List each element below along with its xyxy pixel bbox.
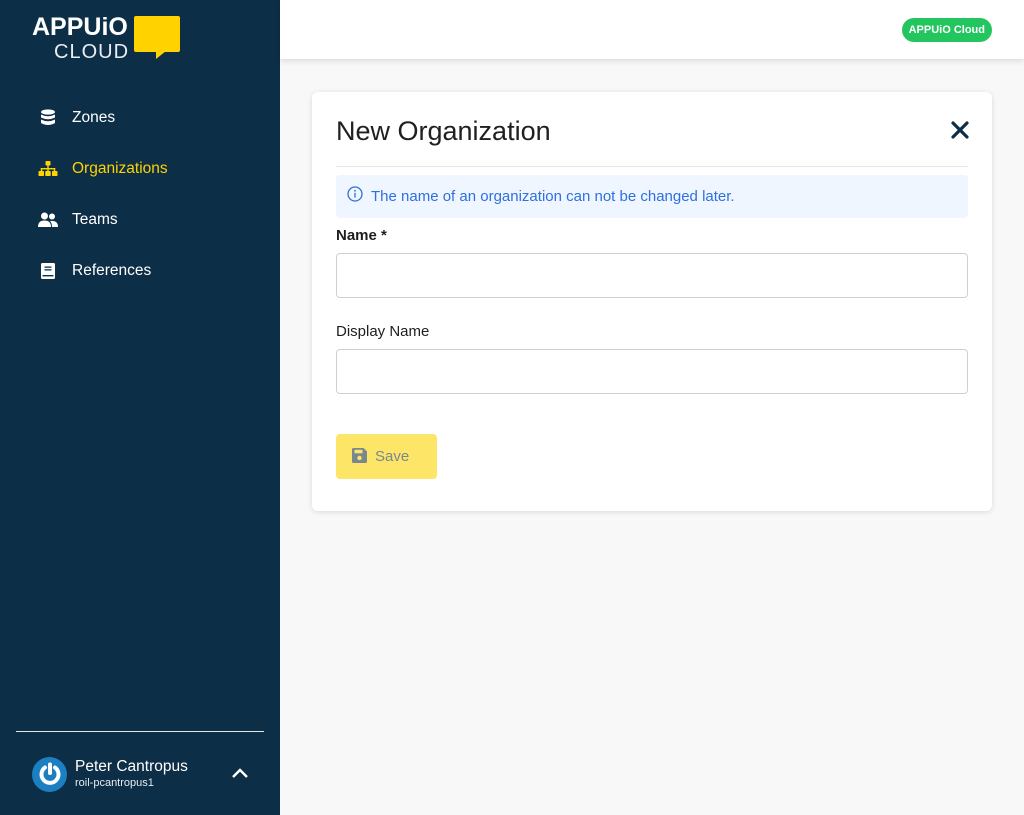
book-icon [38, 261, 58, 281]
sidebar-divider [16, 731, 264, 732]
power-icon [39, 762, 60, 785]
sitemap-icon [38, 159, 58, 179]
sidebar-item-organizations[interactable]: Organizations [0, 143, 280, 194]
info-circle-icon [347, 186, 363, 207]
name-input[interactable] [336, 253, 968, 298]
chevron-up-icon[interactable] [230, 764, 250, 784]
users-icon [38, 210, 58, 230]
logo-text-top: APPUiO [32, 13, 128, 41]
zone-badge: APPUiO Cloud [901, 18, 992, 42]
user-login: roil-pcantropus1 [75, 777, 154, 789]
user-info: Peter Cantropus roil-pcantropus1 [75, 758, 188, 790]
sidebar-item-references[interactable]: References [0, 245, 280, 296]
topbar: APPUiO Cloud [280, 0, 1024, 59]
sidebar-item-teams[interactable]: Teams [0, 194, 280, 245]
save-icon [352, 447, 367, 466]
alert-text: The name of an organization can not be c… [371, 188, 735, 205]
close-icon[interactable] [950, 120, 970, 140]
database-icon [38, 108, 58, 128]
avatar [32, 756, 67, 792]
sidebar-item-label: Zones [72, 108, 116, 126]
logo-text-bottom: CLOUD [54, 41, 130, 63]
display-name-label: Display Name [336, 323, 430, 340]
save-button[interactable]: Save [336, 434, 437, 479]
speech-bubble-icon [134, 16, 180, 52]
dialog-divider [336, 166, 968, 167]
display-name-input[interactable] [336, 349, 968, 394]
save-label: Save [375, 448, 410, 465]
info-alert: The name of an organization can not be c… [336, 175, 968, 218]
name-label: Name * [336, 227, 387, 244]
dialog-title: New Organization [336, 116, 551, 146]
sidebar-item-label: Organizations [72, 159, 168, 177]
sidebar-item-label: Teams [72, 210, 118, 228]
new-organization-dialog: New Organization The name of an organiza… [312, 92, 992, 511]
appuio-cloud-logo[interactable]: APPUiO CLOUD [32, 14, 182, 64]
sidebar-nav: Zones Organizations Teams References [0, 92, 280, 296]
speech-bubble-tail [156, 51, 166, 59]
user-name: Peter Cantropus [75, 758, 188, 775]
sidebar: APPUiO CLOUD Zones Organizations Teams R… [0, 0, 280, 815]
sidebar-item-zones[interactable]: Zones [0, 92, 280, 143]
user-menu[interactable]: Peter Cantropus roil-pcantropus1 [32, 756, 262, 792]
sidebar-item-label: References [72, 261, 152, 279]
